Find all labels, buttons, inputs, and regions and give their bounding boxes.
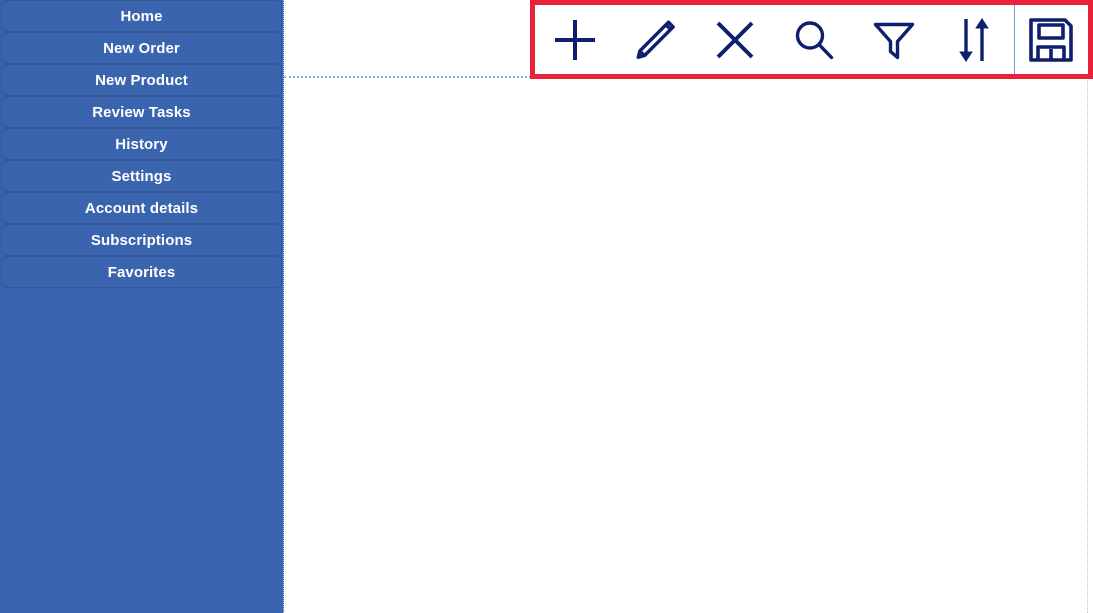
sidebar-item-label: Review Tasks: [92, 103, 191, 121]
edit-button[interactable]: [615, 5, 695, 74]
sidebar-item-label: Subscriptions: [90, 231, 193, 249]
sidebar-item-history[interactable]: History: [1, 128, 282, 160]
sidebar-item-label: Account details: [84, 199, 199, 217]
sort-icon: [951, 14, 997, 66]
search-icon: [791, 17, 837, 63]
plus-icon: [552, 17, 598, 63]
search-button[interactable]: [774, 5, 854, 74]
sidebar-item-subscriptions[interactable]: Subscriptions: [1, 224, 282, 256]
sidebar-item-label: New Order: [103, 39, 180, 57]
sidebar-item-new-order[interactable]: New Order: [1, 32, 282, 64]
pencil-icon: [632, 17, 678, 63]
sidebar-item-favorites[interactable]: Favorites: [1, 256, 282, 288]
sort-button[interactable]: [934, 5, 1014, 74]
sidebar-item-label: Settings: [111, 167, 172, 185]
sidebar-item-label: New Product: [95, 71, 188, 89]
filter-icon: [871, 17, 917, 63]
sidebar-item-account-details[interactable]: Account details: [1, 192, 282, 224]
sidebar-item-label: Home: [120, 7, 163, 25]
save-button[interactable]: [1013, 5, 1088, 74]
add-button[interactable]: [535, 5, 615, 74]
sidebar-item-home[interactable]: Home: [1, 0, 282, 32]
content-area: [284, 80, 1087, 613]
close-icon: [712, 17, 758, 63]
sidebar-navigation: Home New Order New Product Review Tasks …: [0, 0, 284, 613]
sidebar-item-new-product[interactable]: New Product: [1, 64, 282, 96]
save-icon: [1027, 16, 1075, 64]
action-toolbar: [530, 0, 1093, 79]
main-region: [284, 0, 1093, 613]
sidebar-item-review-tasks[interactable]: Review Tasks: [1, 96, 282, 128]
sidebar-item-label: History: [115, 135, 168, 153]
app-window: Home New Order New Product Review Tasks …: [0, 0, 1093, 613]
sidebar-item-settings[interactable]: Settings: [1, 160, 282, 192]
sidebar-item-label: Favorites: [107, 263, 176, 281]
filter-button[interactable]: [854, 5, 934, 74]
delete-button[interactable]: [695, 5, 775, 74]
content-right-edge-divider: [1087, 0, 1088, 613]
